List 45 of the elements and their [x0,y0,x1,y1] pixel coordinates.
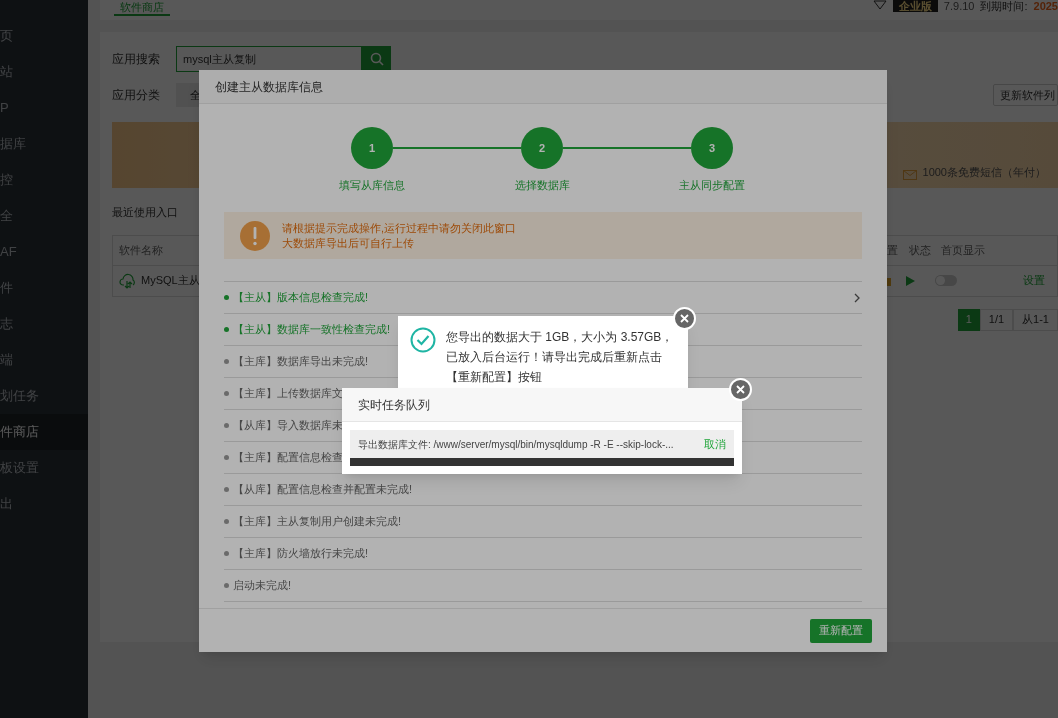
check-status-text: 【从库】配置信息检查并配置未完成! [233,482,413,498]
reconfigure-button[interactable]: 重新配置 [810,618,872,643]
check-status-text: 【从库】导入数据库未 [233,418,343,434]
page-range: 从1-1 [1013,308,1058,331]
check-status-text: 【主从】版本信息检查完成! [233,290,369,306]
warning-icon [240,220,270,251]
success-icon [410,327,436,353]
check-status-text: 【主库】上传数据库文 [233,386,343,402]
search-icon [369,52,384,66]
update-list-button[interactable]: 更新软件列 [993,84,1058,106]
mail-icon [902,170,917,180]
software-name: MySQL主从 [141,273,200,289]
settings-link[interactable]: 设置 [1023,272,1045,289]
expiry-label: 到期时间: [980,0,1028,12]
page-count: 1/1 [979,308,1014,331]
recent-entry-label: 最近使用入口 [112,205,179,220]
version-text: 7.9.10 [943,0,975,12]
step-label: 填写从库信息 [338,178,406,193]
check-status-text: 【主库】数据库导出未完成! [233,354,369,370]
category-label: 应用分类 [112,87,161,104]
cloud-icon [119,272,137,289]
message-text: 您导出的数据大于 1GB，大小为 3.57GB，已放入后台运行！请导出完成后重新点击【重新配置】按钮 [446,329,675,386]
close-icon [680,314,689,323]
chevron-right-icon[interactable] [854,292,860,303]
close-icon [736,385,745,394]
check-status-text: 【主库】配置信息检查 [233,450,343,466]
check-status-text: 【主库】防火墙放行未完成! [233,546,369,562]
page-button[interactable]: 1 [957,308,980,331]
cancel-link[interactable]: 取消 [704,435,726,453]
task-queue-title: 实时任务队列 [358,396,430,414]
step-label: 选择数据库 [513,178,571,193]
search-button[interactable] [362,46,391,72]
expiry-date: 2025 [1033,0,1058,12]
warning-text: 大数据库导出后可自行上传 [282,235,415,251]
check-status-text: 【主从】数据库一致性检查完成! [233,322,391,338]
modal-title: 创建主从数据库信息 [215,78,323,96]
step-label: 主从同步配置 [678,178,746,193]
warning-text: 请根据提示完成操作,运行过程中请勿关闭此窗口 [282,220,517,236]
task-text: 导出数据库文件: /www/server/mysql/bin/mysqldump -R -E --skip-lock-... [358,437,674,452]
edition-badge: 企业版 [892,0,938,12]
search-label: 应用搜索 [112,51,161,68]
sidebar-item[interactable]: 件商店 [0,414,88,450]
check-status-text: 【主库】主从复制用户创建未完成! [233,514,402,530]
store-tab[interactable]: 软件商店 [114,0,170,16]
check-status-text: 启动未完成! [233,578,292,594]
